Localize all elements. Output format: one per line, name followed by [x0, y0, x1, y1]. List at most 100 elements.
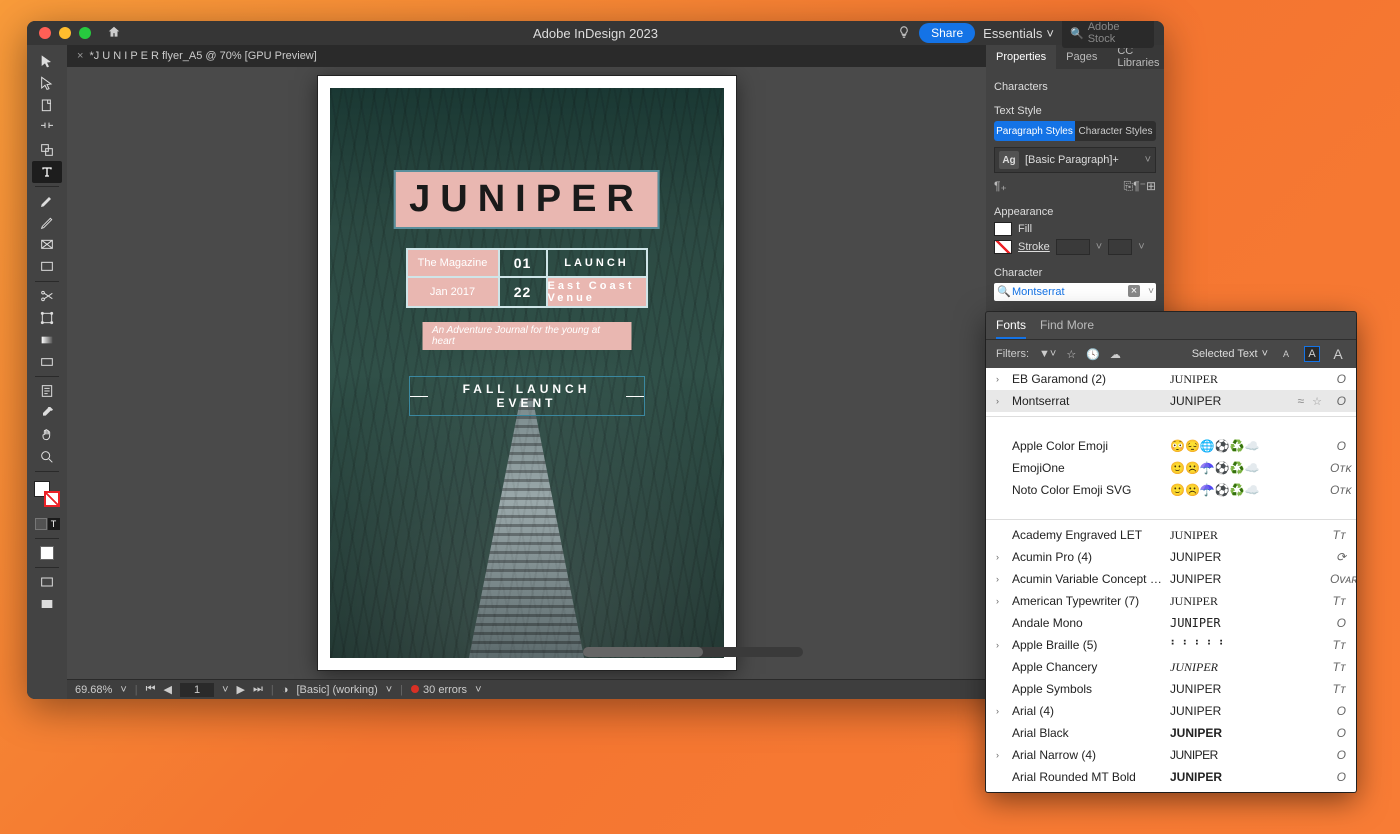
tab-fonts[interactable]: Fonts — [996, 318, 1026, 339]
note-tool[interactable] — [32, 380, 62, 402]
tab-find-more[interactable]: Find More — [1040, 318, 1094, 339]
view-mode-preview[interactable] — [32, 593, 62, 615]
paragraph-settings-icon[interactable]: ¶₊ — [994, 179, 1007, 194]
font-list-item[interactable]: EmojiOne🙂☹️☂️⚽♻️☁️Oᴛᴋ — [986, 457, 1356, 479]
format-container-text-toggle[interactable]: T — [32, 513, 62, 535]
preflight-icon[interactable]: ◑ — [282, 684, 289, 696]
pencil-tool[interactable] — [32, 212, 62, 234]
font-list-item[interactable]: Andale MonoJUNIPERO — [986, 612, 1356, 634]
document-tab[interactable]: × *J U N I P E R flyer_A5 @ 70% [GPU Pre… — [67, 50, 327, 62]
font-list-item[interactable]: ›Apple Braille (5)⠃ ⠃ ⠃ ⠃ ⠃Tᴛ — [986, 634, 1356, 656]
page-input[interactable]: 1 — [180, 683, 214, 697]
expand-family-icon[interactable]: › — [996, 552, 1004, 562]
zoom-level[interactable]: 69.68% — [75, 684, 112, 696]
font-list-item[interactable]: ›Arial (4)JUNIPERO — [986, 700, 1356, 722]
free-transform-tool[interactable] — [32, 307, 62, 329]
horizontal-scrollbar[interactable] — [363, 647, 972, 659]
add-style-icon[interactable]: ⊞ — [1146, 179, 1156, 194]
zoom-tool[interactable] — [32, 446, 62, 468]
font-list-item[interactable]: ›MontserratJUNIPER≈☆O — [986, 390, 1356, 412]
adobe-stock-search[interactable]: 🔍 Adobe Stock — [1062, 21, 1154, 48]
canvas[interactable]: JUNIPER The Magazine 01 LAUNCH Jan 2017 … — [67, 67, 986, 679]
eyedropper-tool[interactable] — [32, 402, 62, 424]
paragraph-style-status[interactable]: [Basic] (working) — [296, 684, 377, 696]
expand-family-icon[interactable]: › — [996, 750, 1004, 760]
filter-activated-icon[interactable]: ☁ — [1110, 348, 1121, 361]
page-tool[interactable] — [32, 95, 62, 117]
errors-count[interactable]: 30 errors — [423, 684, 467, 696]
selection-tool[interactable] — [32, 51, 62, 73]
maximize-window-button[interactable] — [79, 27, 91, 39]
font-list-item[interactable]: ›Acumin Variable Concept (91)JUNIPEROᴠᴀʀ — [986, 568, 1356, 590]
sample-size-small[interactable]: A — [1278, 346, 1294, 362]
fill-swatch[interactable] — [994, 222, 1012, 236]
expand-family-icon[interactable]: › — [996, 396, 1004, 406]
new-style-icon[interactable]: ⎘ — [1124, 179, 1134, 194]
first-page-button[interactable]: ⏮ — [146, 683, 156, 696]
hand-tool[interactable] — [32, 424, 62, 446]
clear-overrides-icon[interactable]: ¶⁻ — [1133, 179, 1146, 194]
font-list-item[interactable]: ›Acumin Pro (4)JUNIPER⟳ — [986, 546, 1356, 568]
rectangle-frame-tool[interactable] — [32, 234, 62, 256]
expand-family-icon[interactable]: › — [996, 640, 1004, 650]
prev-page-button[interactable]: ◀ — [164, 683, 172, 696]
expand-family-icon[interactable]: › — [996, 706, 1004, 716]
font-list-item[interactable]: Apple ChanceryJUNIPERTᴛ — [986, 656, 1356, 678]
font-list-item[interactable]: Academy Engraved LETJUNIPERTᴛ — [986, 524, 1356, 546]
tab-cc-libraries[interactable]: CC Libraries — [1107, 45, 1164, 69]
chevron-down-icon[interactable]: ˅ — [1148, 286, 1154, 297]
sample-text-dropdown[interactable]: Selected Text ˅ — [1192, 348, 1268, 360]
pen-tool[interactable] — [32, 190, 62, 212]
tab-pages[interactable]: Pages — [1056, 45, 1107, 69]
expand-family-icon[interactable]: › — [996, 374, 1004, 384]
subtab-character-styles[interactable]: Character Styles — [1075, 121, 1156, 141]
font-list-item[interactable]: Apple SymbolsJUNIPERTᴛ — [986, 678, 1356, 700]
hint-bulb-icon[interactable] — [897, 25, 911, 42]
gradient-feather-tool[interactable] — [32, 351, 62, 373]
font-family-input[interactable]: 🔍 × ˅ — [994, 283, 1156, 301]
chevron-down-icon[interactable]: ˅ — [1096, 241, 1102, 253]
expand-family-icon[interactable]: › — [996, 574, 1004, 584]
last-page-button[interactable]: ⏭ — [253, 683, 263, 696]
chevron-down-icon[interactable]: ˅ — [475, 684, 481, 696]
scissors-tool[interactable] — [32, 285, 62, 307]
chevron-down-icon[interactable]: ˅ — [120, 684, 126, 696]
expand-family-icon[interactable]: › — [996, 596, 1004, 606]
direct-selection-tool[interactable] — [32, 73, 62, 95]
minimize-window-button[interactable] — [59, 27, 71, 39]
subtab-paragraph-styles[interactable]: Paragraph Styles — [994, 121, 1075, 141]
filter-recent-icon[interactable]: 🕓 — [1086, 348, 1100, 361]
gap-tool[interactable] — [32, 117, 62, 139]
font-list-item[interactable]: Noto Color Emoji SVG🙂☹️☂️⚽♻️☁️Oᴛᴋ — [986, 479, 1356, 501]
font-list-item[interactable]: ›Arial Narrow (4)JUNIPERO — [986, 744, 1356, 766]
rectangle-tool[interactable] — [32, 256, 62, 278]
filter-favorites-icon[interactable]: ☆ — [1066, 348, 1076, 361]
font-list-item[interactable]: Arial Rounded MT BoldJUNIPERO — [986, 766, 1356, 788]
info-grid[interactable]: The Magazine 01 LAUNCH Jan 2017 22 East … — [406, 248, 648, 308]
font-list[interactable]: ›EB Garamond (2)JUNIPERO›MontserratJUNIP… — [986, 368, 1356, 792]
share-button[interactable]: Share — [919, 23, 975, 43]
tagline-text-frame[interactable]: An Adventure Journal for the young at he… — [422, 322, 631, 350]
close-window-button[interactable] — [39, 27, 51, 39]
clear-input-icon[interactable]: × — [1128, 285, 1140, 297]
chevron-down-icon[interactable]: ˅ — [222, 684, 228, 696]
event-label-text-frame[interactable]: FALL LAUNCH EVENT — [409, 376, 645, 416]
gradient-swatch-tool[interactable] — [32, 329, 62, 351]
font-list-item[interactable]: Arial BlackJUNIPERO — [986, 722, 1356, 744]
font-list-item[interactable]: ›American Typewriter (7)JUNIPERTᴛ — [986, 590, 1356, 612]
stroke-type-dropdown[interactable] — [1108, 239, 1132, 255]
sample-size-medium[interactable]: A — [1304, 346, 1320, 362]
paragraph-style-dropdown[interactable]: Ag [Basic Paragraph]+ ˅ — [994, 147, 1156, 173]
font-list-item[interactable]: ›EB Garamond (2)JUNIPERO — [986, 368, 1356, 390]
fill-stroke-swatch[interactable] — [34, 481, 60, 507]
content-collector-tool[interactable] — [32, 139, 62, 161]
font-list-item[interactable]: Apple Color Emoji😳😔🌐⚽♻️☁️O — [986, 435, 1356, 457]
view-mode-normal[interactable] — [32, 571, 62, 593]
favorite-star-icon[interactable]: ☆ — [1312, 395, 1322, 408]
next-page-button[interactable]: ▶ — [237, 683, 245, 696]
chevron-down-icon[interactable]: ˅ — [386, 684, 392, 696]
apply-color[interactable] — [32, 542, 62, 564]
stroke-swatch[interactable] — [994, 240, 1012, 254]
close-tab-icon[interactable]: × — [77, 50, 83, 62]
stroke-weight-input[interactable] — [1056, 239, 1090, 255]
